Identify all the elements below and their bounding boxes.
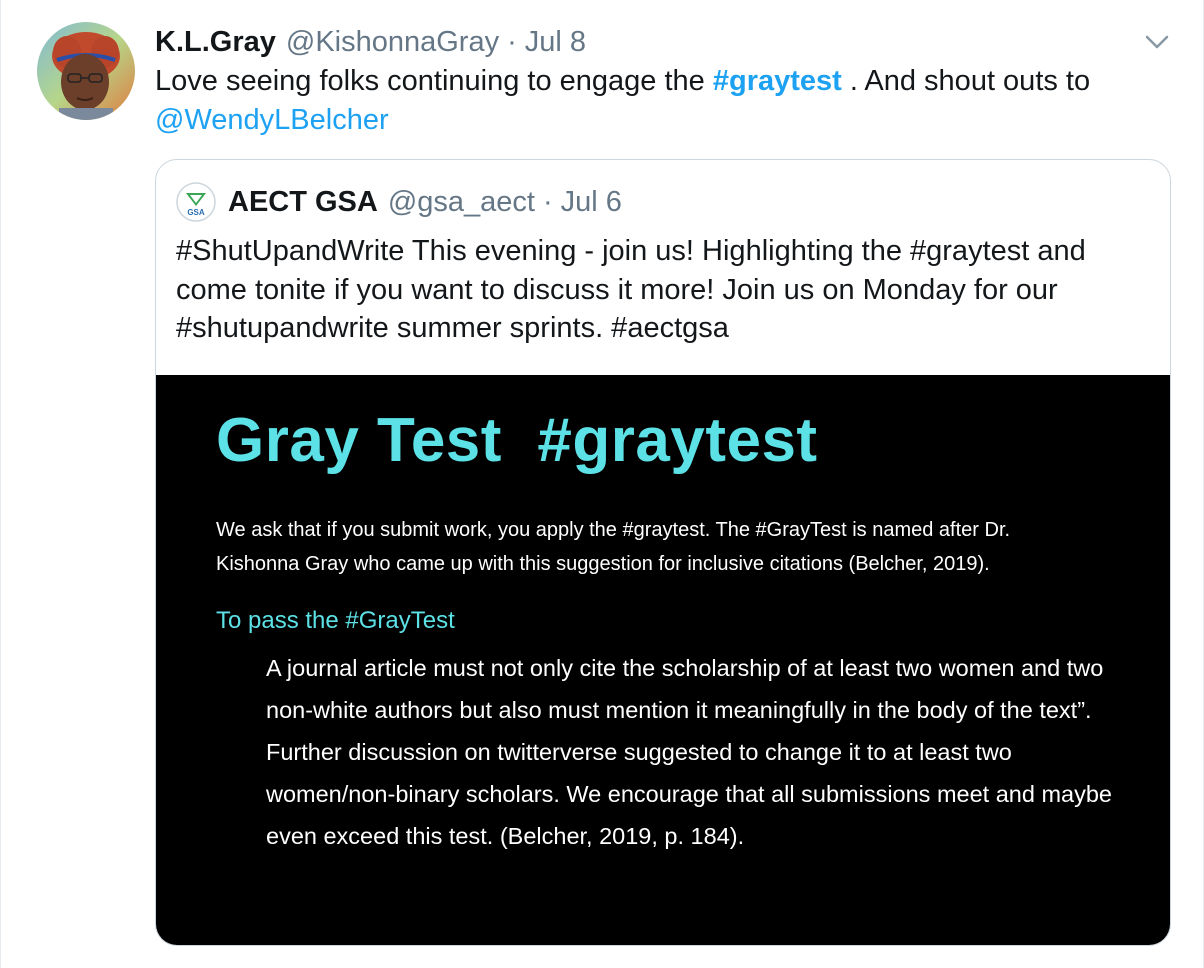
quoted-tweet-text: #ShutUpandWrite This evening - join us! … [176, 235, 1086, 344]
tweet[interactable]: K.L.Gray @KishonnaGray · Jul 8 Love seei… [0, 0, 1204, 968]
separator-dot: · [507, 25, 517, 58]
media-title: Gray Test #graytest [216, 406, 818, 475]
quoted-separator-dot: · [542, 185, 553, 218]
tweet-text: Love seeing folks continuing to engage t… [155, 62, 1175, 140]
chevron-down-icon[interactable] [1141, 28, 1173, 56]
quoted-tweet-media[interactable]: Gray Test #graytest We ask that if you s… [156, 375, 1170, 945]
author-handle[interactable]: @KishonnaGray [286, 26, 499, 59]
gsa-logo-icon: GSA [176, 182, 216, 222]
quoted-author-name[interactable]: AECT GSA [228, 186, 378, 219]
quoted-tweet[interactable]: GSA AECT GSA @gsa_aect · Jul 6 #ShutUpan… [155, 159, 1171, 946]
quoted-tweet-header: GSA AECT GSA @gsa_aect · Jul 6 [176, 182, 622, 222]
media-subtitle: To pass the #GrayTest [216, 607, 455, 634]
tweet-date[interactable]: Jul 8 [525, 26, 586, 59]
tweet-header: K.L.Gray @KishonnaGray · Jul 8 [155, 22, 586, 62]
hashtag-link[interactable]: #graytest [713, 65, 842, 97]
quoted-tweet-date[interactable]: Jul 6 [561, 186, 622, 219]
media-intro: We ask that if you submit work, you appl… [216, 519, 1011, 575]
mention-link[interactable]: @WendyLBelcher [155, 104, 389, 136]
media-body: A journal article must not only cite the… [266, 655, 1112, 849]
avatar-image [37, 22, 135, 120]
tweet-text-before: Love seeing folks continuing to engage t… [155, 65, 713, 97]
author-name[interactable]: K.L.Gray [155, 26, 276, 59]
quoted-author-handle[interactable]: @gsa_aect [388, 186, 535, 219]
avatar[interactable] [37, 22, 135, 120]
tweet-text-after: . And shout outs to [841, 65, 1091, 97]
logo-label: GSA [187, 208, 205, 217]
